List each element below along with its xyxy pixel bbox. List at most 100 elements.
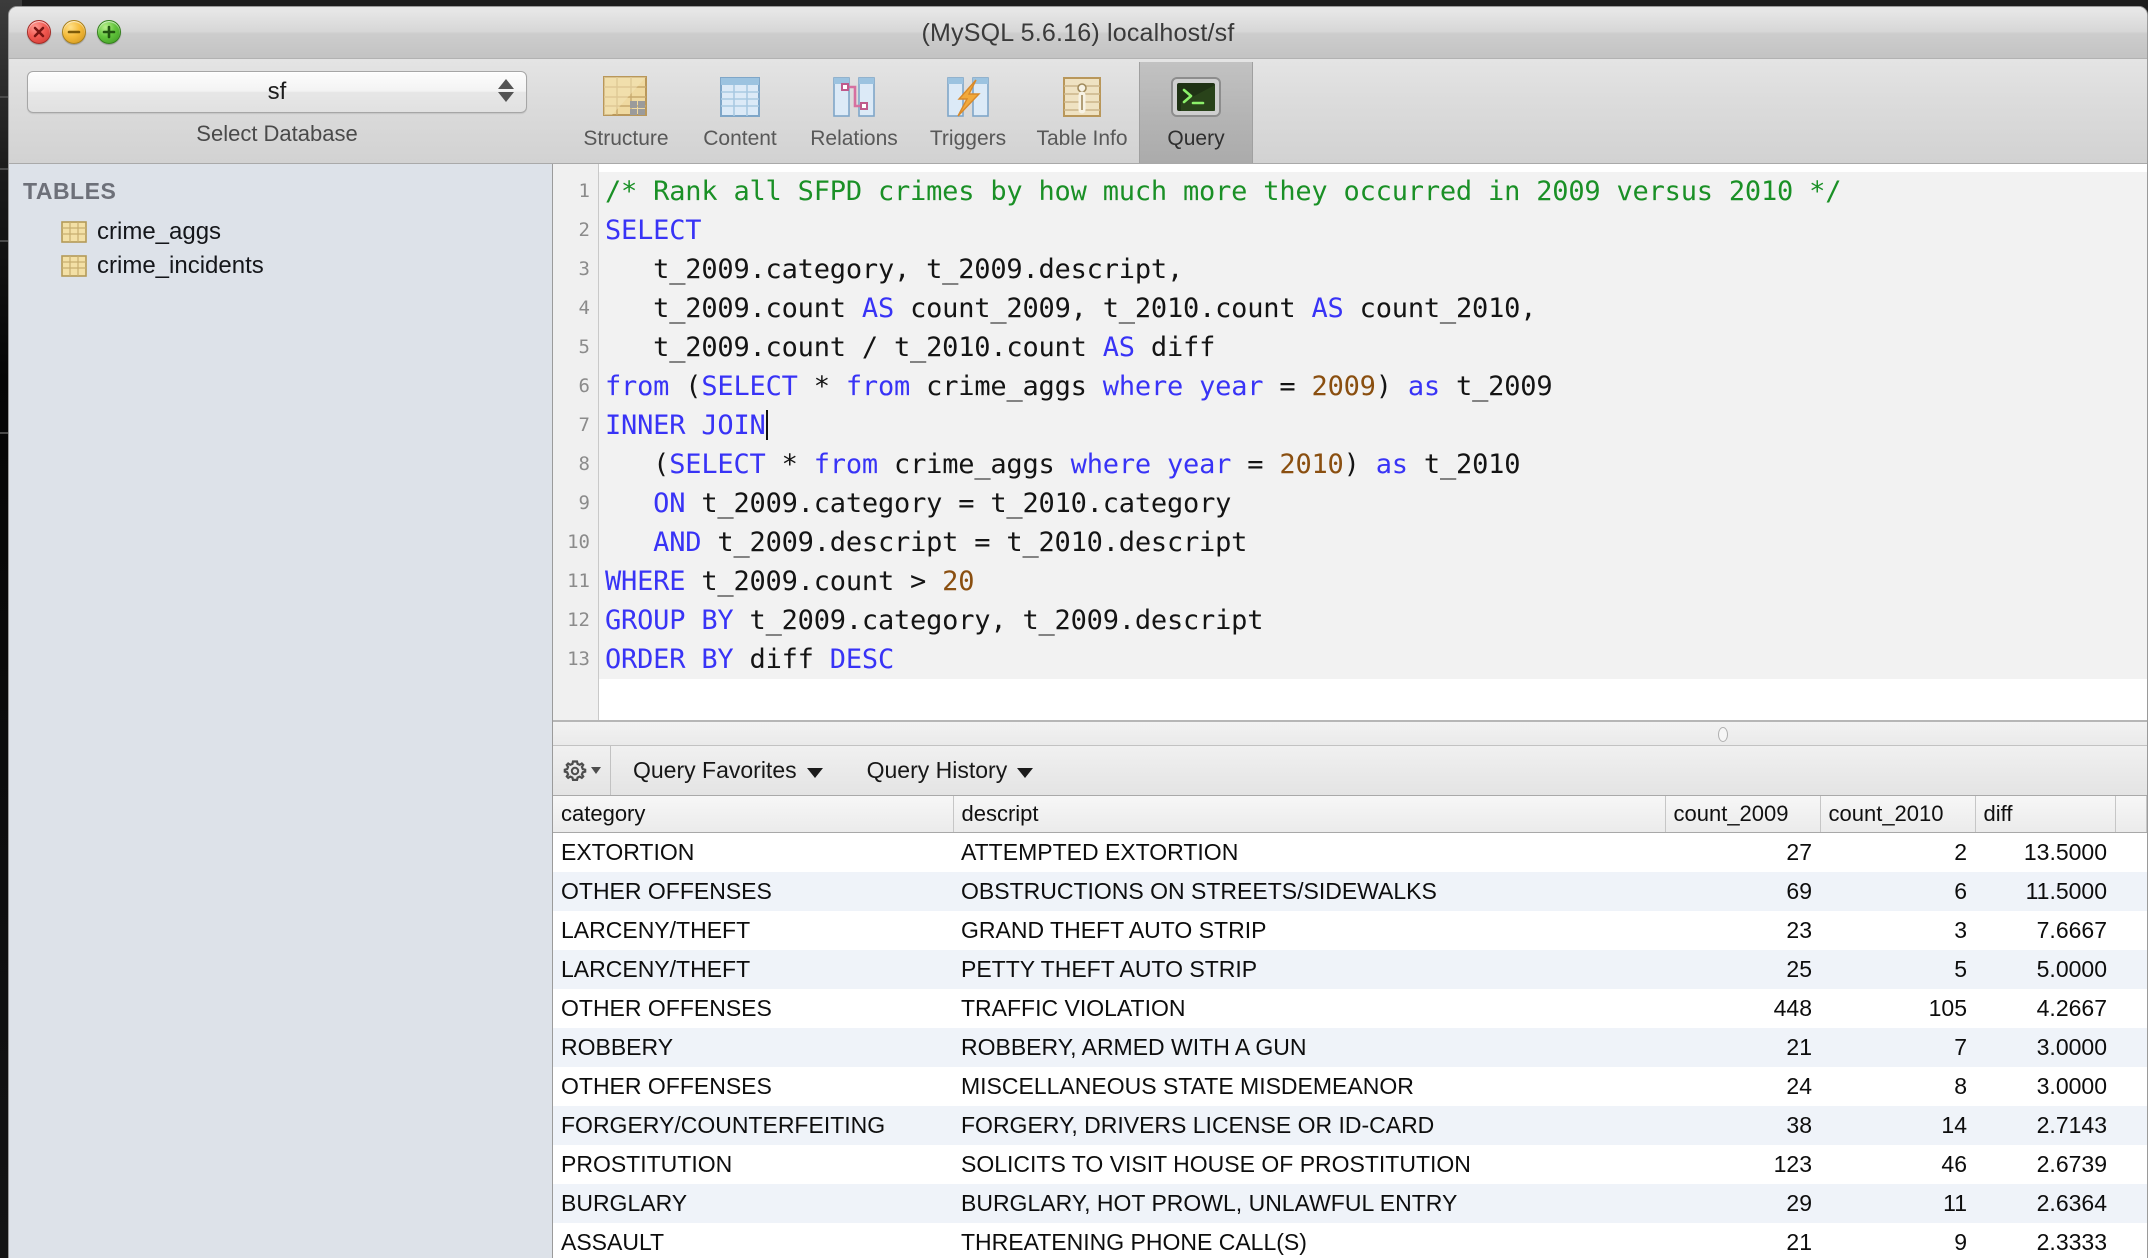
code-line[interactable]: SELECT [599,211,2147,250]
column-header-diff[interactable]: diff [1975,796,2116,833]
cell-diff[interactable]: 2.7143 [1975,1105,2115,1145]
cell-count_2009[interactable]: 21 [1665,1027,1820,1067]
cell-count_2010[interactable]: 14 [1820,1105,1975,1145]
cell-category[interactable]: FORGERY/COUNTERFEITING [553,1105,953,1145]
cell-diff[interactable]: 2.3333 [1975,1222,2115,1258]
cell-descript[interactable]: BURGLARY, HOT PROWL, UNLAWFUL ENTRY [953,1183,1665,1223]
code-line[interactable]: /* Rank all SFPD crimes by how much more… [599,172,2147,211]
cell-diff[interactable]: 11.5000 [1975,871,2115,911]
sql-editor[interactable]: 1 2 3 4 5 6 7 8 9 10 11 12 13 /* Rank all SFPD crime… [553,164,2147,720]
table-row[interactable]: EXTORTION ATTEMPTED EXTORTION 27 2 13.5000 [553,832,2147,872]
tab-table-info[interactable]: Table Info [1025,62,1139,151]
table-row[interactable]: PROSTITUTION SOLICITS TO VISIT HOUSE OF P… [553,1144,2147,1184]
cell-descript[interactable]: MISCELLANEOUS STATE MISDEMEANOR [953,1066,1665,1106]
cell-count_2010[interactable]: 5 [1820,949,1975,989]
tab-relations[interactable]: Relations [797,62,911,151]
results-grid[interactable]: category descript count_2009 count_2010 diff… [553,796,2147,1258]
cell-diff[interactable]: 2.6364 [1975,1183,2115,1223]
table-row[interactable]: OTHER OFFENSES TRAFFIC VIOLATION 448 105 4.2… [553,988,2147,1028]
code-line[interactable]: from (SELECT * from crime_aggs where yea… [599,367,2147,406]
cell-category[interactable]: OTHER OFFENSES [553,871,953,911]
cell-count_2009[interactable]: 23 [1665,910,1820,950]
table-row[interactable]: BURGLARY BURGLARY, HOT PROWL, UNLAWFUL EN… [553,1183,2147,1223]
pane-splitter[interactable] [553,720,2147,746]
sql-text[interactable]: /* Rank all SFPD crimes by how much more… [599,172,2147,679]
cell-descript[interactable]: THREATENING PHONE CALL(S) [953,1222,1665,1258]
cell-diff[interactable]: 5.0000 [1975,949,2115,989]
cell-count_2009[interactable]: 69 [1665,871,1820,911]
column-header-descript[interactable]: descript [953,796,1666,833]
tab-triggers[interactable]: Triggers [911,62,1025,151]
cell-diff[interactable]: 3.0000 [1975,1027,2115,1067]
code-line[interactable]: t_2009.category, t_2009.descript, [599,250,2147,289]
cell-descript[interactable]: TRAFFIC VIOLATION [953,988,1665,1028]
query-favorites-menu[interactable]: Query Favorites [611,746,845,795]
column-header-category[interactable]: category [553,796,954,833]
cell-descript[interactable]: PETTY THEFT AUTO STRIP [953,949,1665,989]
cell-descript[interactable]: SOLICITS TO VISIT HOUSE OF PROSTITUTION [953,1144,1665,1184]
table-row[interactable]: LARCENY/THEFT PETTY THEFT AUTO STRIP 25 5 5.… [553,949,2147,989]
cell-diff[interactable]: 4.2667 [1975,988,2115,1028]
cell-category[interactable]: OTHER OFFENSES [553,988,953,1028]
cell-category[interactable]: LARCENY/THEFT [553,949,953,989]
cell-count_2010[interactable]: 6 [1820,871,1975,911]
cell-count_2010[interactable]: 46 [1820,1144,1975,1184]
cell-diff[interactable]: 13.5000 [1975,832,2115,872]
cell-category[interactable]: LARCENY/THEFT [553,910,953,950]
cell-count_2010[interactable]: 7 [1820,1027,1975,1067]
cell-descript[interactable]: GRAND THEFT AUTO STRIP [953,910,1665,950]
cell-count_2010[interactable]: 105 [1820,988,1975,1028]
cell-count_2009[interactable]: 25 [1665,949,1820,989]
table-row[interactable]: OTHER OFFENSES OBSTRUCTIONS ON STREETS/SI… [553,871,2147,911]
code-line[interactable]: GROUP BY t_2009.category, t_2009.descrip… [599,601,2147,640]
sidebar-item-crime-aggs[interactable]: crime_aggs [9,215,552,249]
code-line[interactable]: AND t_2009.descript = t_2010.descript [599,523,2147,562]
cell-category[interactable]: PROSTITUTION [553,1144,953,1184]
cell-count_2010[interactable]: 9 [1820,1222,1975,1258]
code-line[interactable]: t_2009.count AS count_2009, t_2010.count… [599,289,2147,328]
cell-diff[interactable]: 7.6667 [1975,910,2115,950]
cell-category[interactable]: OTHER OFFENSES [553,1066,953,1106]
sidebar-item-crime-incidents[interactable]: crime_incidents [9,249,552,283]
cell-descript[interactable]: FORGERY, DRIVERS LICENSE OR ID-CARD [953,1105,1665,1145]
database-popup-button[interactable]: sf [27,71,527,113]
code-line[interactable]: ON t_2009.category = t_2010.category [599,484,2147,523]
table-row[interactable]: ROBBERY ROBBERY, ARMED WITH A GUN 21 7 3.000… [553,1027,2147,1067]
cell-count_2010[interactable]: 2 [1820,832,1975,872]
cell-count_2010[interactable]: 8 [1820,1066,1975,1106]
cell-category[interactable]: EXTORTION [553,832,953,872]
cell-count_2009[interactable]: 38 [1665,1105,1820,1145]
code-line[interactable]: WHERE t_2009.count > 20 [599,562,2147,601]
tab-structure[interactable]: Structure [569,62,683,151]
code-line[interactable]: INNER JOIN [599,406,2147,445]
cell-count_2009[interactable]: 27 [1665,832,1820,872]
cell-descript[interactable]: ROBBERY, ARMED WITH A GUN [953,1027,1665,1067]
cell-count_2009[interactable]: 21 [1665,1222,1820,1258]
table-row[interactable]: OTHER OFFENSES MISCELLANEOUS STATE MISDEM… [553,1066,2147,1106]
sql-code-area[interactable]: /* Rank all SFPD crimes by how much more… [599,164,2147,720]
column-header-count_2010[interactable]: count_2010 [1820,796,1976,833]
tab-content[interactable]: Content [683,62,797,151]
cell-count_2009[interactable]: 123 [1665,1144,1820,1184]
column-header-count_2009[interactable]: count_2009 [1665,796,1821,833]
cell-category[interactable]: ASSAULT [553,1222,953,1258]
table-row[interactable]: ASSAULT THREATENING PHONE CALL(S) 21 9 2.333… [553,1222,2147,1258]
cell-category[interactable]: BURGLARY [553,1183,953,1223]
code-line[interactable]: t_2009.count / t_2010.count AS diff [599,328,2147,367]
code-line[interactable]: ORDER BY diff DESC [599,640,2147,679]
cell-count_2009[interactable]: 29 [1665,1183,1820,1223]
table-row[interactable]: LARCENY/THEFT GRAND THEFT AUTO STRIP 23 3 7.… [553,910,2147,950]
cell-diff[interactable]: 3.0000 [1975,1066,2115,1106]
code-line[interactable]: (SELECT * from crime_aggs where year = 2… [599,445,2147,484]
cell-count_2009[interactable]: 24 [1665,1066,1820,1106]
tab-query[interactable]: Query [1139,62,1253,163]
query-actions-button[interactable] [553,746,611,795]
cell-count_2010[interactable]: 11 [1820,1183,1975,1223]
cell-diff[interactable]: 2.6739 [1975,1144,2115,1184]
cell-descript[interactable]: OBSTRUCTIONS ON STREETS/SIDEWALKS [953,871,1665,911]
query-history-menu[interactable]: Query History [845,746,1056,795]
cell-descript[interactable]: ATTEMPTED EXTORTION [953,832,1665,872]
splitter-grip[interactable] [1718,727,1728,742]
cell-count_2009[interactable]: 448 [1665,988,1820,1028]
cell-category[interactable]: ROBBERY [553,1027,953,1067]
